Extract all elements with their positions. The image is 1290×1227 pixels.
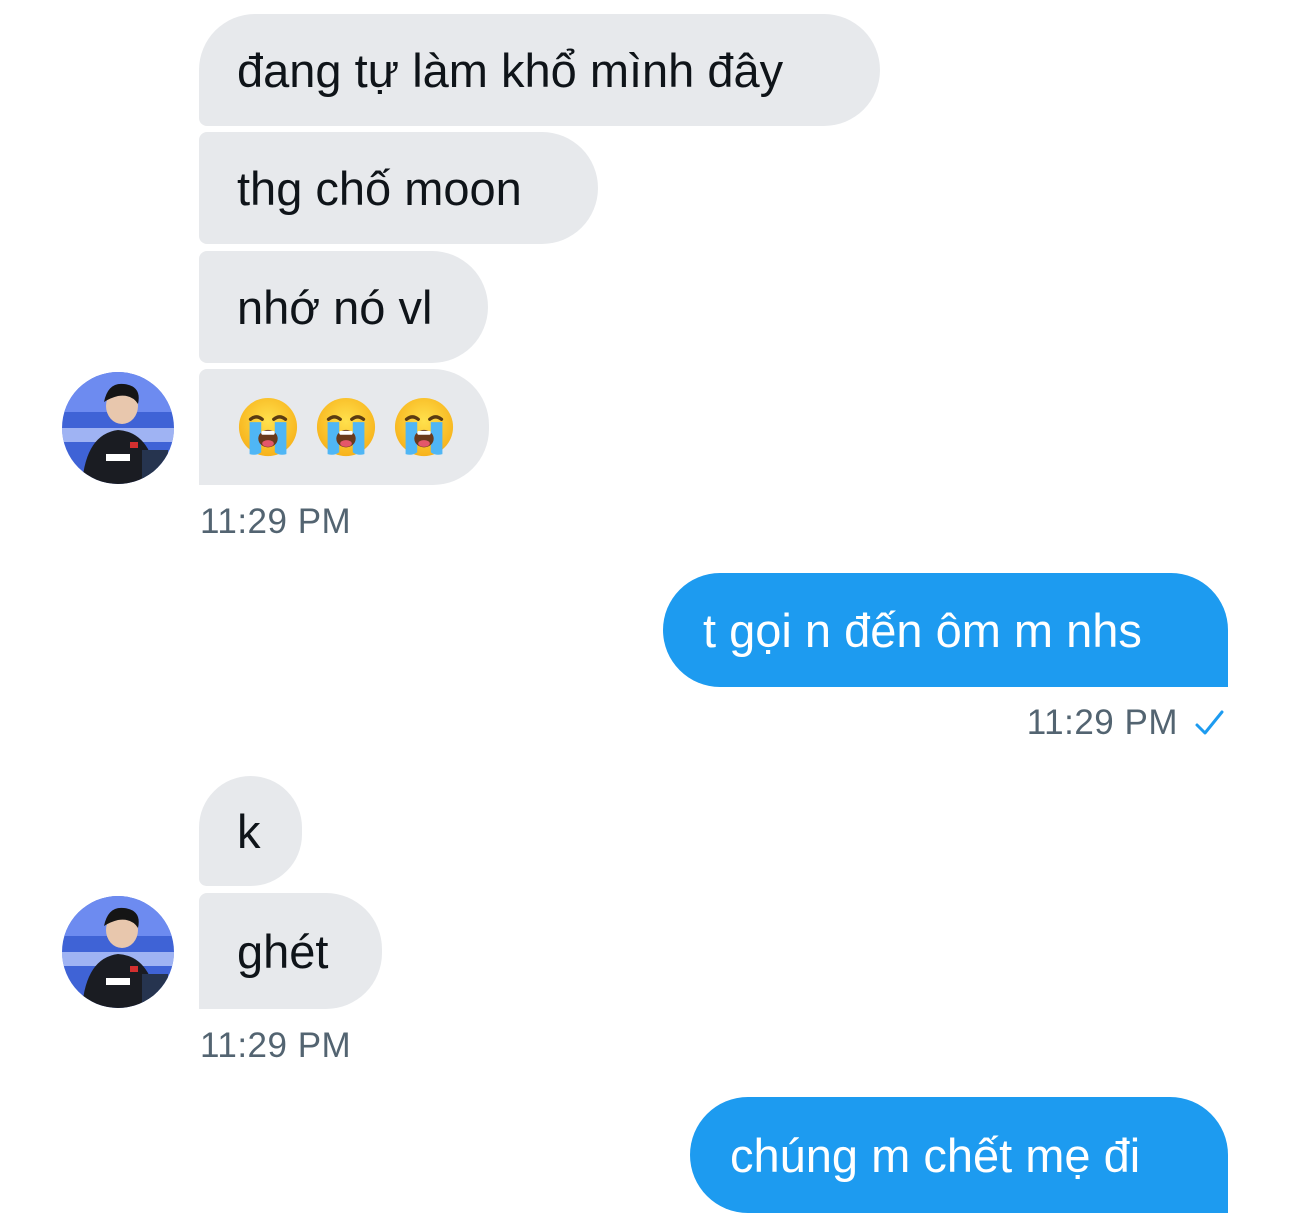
incoming-message-bubble[interactable]: nhớ nó vl: [199, 251, 488, 363]
incoming-message-bubble[interactable]: thg chố moon: [199, 132, 598, 244]
message-text: đang tự làm khổ mình đây: [237, 43, 784, 97]
message-text: t gọi n đến ôm m nhs: [703, 603, 1142, 657]
loudly-crying-face-icon: [394, 397, 454, 457]
message-timestamp: 11:29 PM: [1026, 703, 1178, 742]
checkmark-icon: [1195, 710, 1224, 735]
incoming-message-bubble[interactable]: đang tự làm khổ mình đây: [199, 14, 880, 126]
message-text: nhớ nó vl: [237, 280, 433, 334]
message-timestamp: 11:29 PM: [200, 1026, 352, 1065]
loudly-crying-face-icon: [238, 397, 298, 457]
outgoing-message-bubble[interactable]: chúng m chết mẹ đi: [690, 1097, 1228, 1213]
loudly-crying-face-icon: [316, 397, 376, 457]
avatar-photo: [62, 372, 174, 484]
sender-avatar[interactable]: [62, 896, 174, 1008]
message-text: thg chố moon: [237, 161, 522, 215]
sender-avatar[interactable]: [62, 372, 174, 484]
message-timestamp: 11:29 PM: [200, 502, 352, 541]
incoming-message-bubble[interactable]: k: [199, 776, 302, 886]
outgoing-message-bubble[interactable]: t gọi n đến ôm m nhs: [663, 573, 1228, 687]
message-text: ghét: [237, 924, 329, 978]
avatar-photo: [62, 896, 174, 1008]
incoming-emoji-message-bubble[interactable]: [199, 369, 489, 485]
emoji-row: [237, 396, 455, 458]
message-text: chúng m chết mẹ đi: [730, 1128, 1141, 1182]
message-text: k: [237, 804, 261, 858]
incoming-message-bubble[interactable]: ghét: [199, 893, 382, 1009]
